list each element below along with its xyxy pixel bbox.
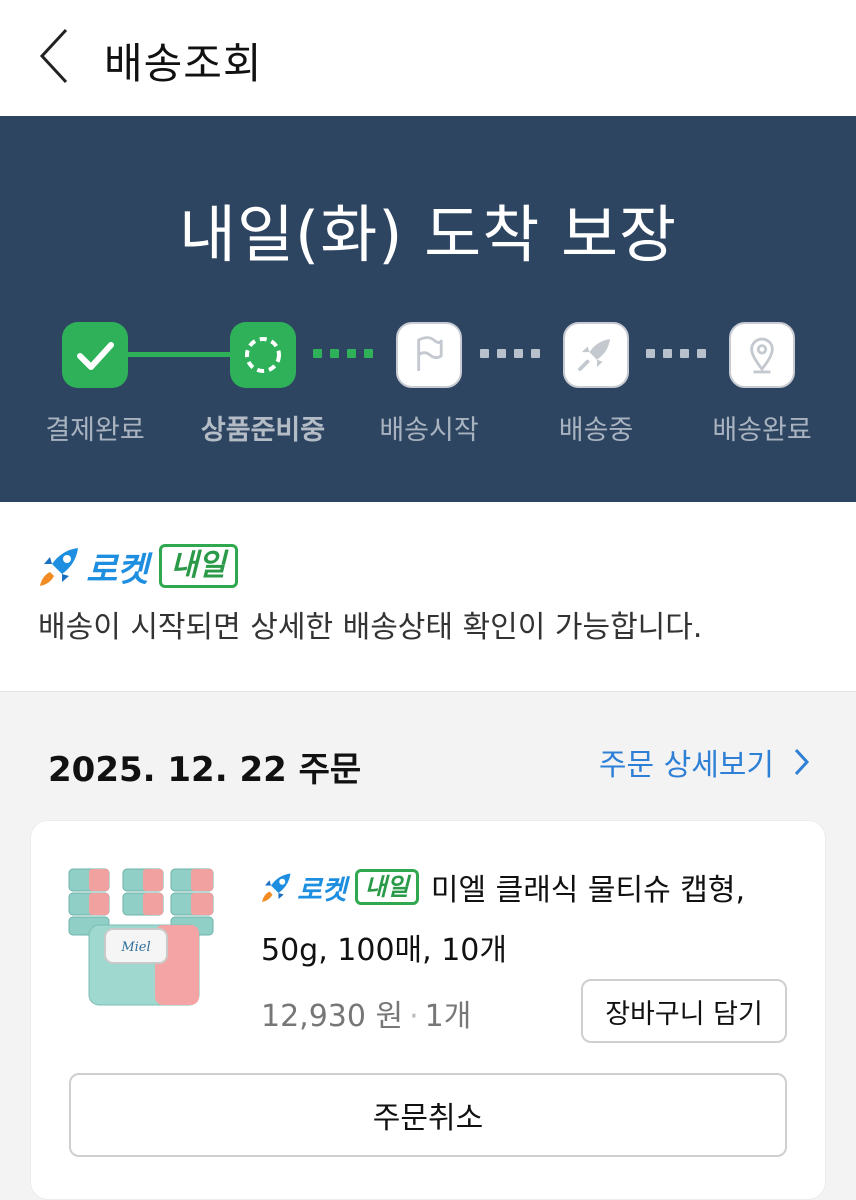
step-label: 배송중 xyxy=(558,415,634,446)
location-pin-icon xyxy=(750,337,774,374)
order-date: 2025. 12. 22 주문 xyxy=(48,750,362,790)
check-icon xyxy=(77,342,114,370)
tomorrow-badge: 내일 xyxy=(354,869,419,905)
thumb-brand: Miel xyxy=(120,940,150,955)
progress-connector xyxy=(128,352,230,357)
flag-icon xyxy=(417,336,443,371)
step-label-active: 상품준비중 xyxy=(200,415,326,446)
rocket-badge: 로켓 내일 xyxy=(36,540,238,592)
chevron-right-icon xyxy=(794,748,810,776)
step-in-transit xyxy=(563,322,629,388)
step-shipping-start xyxy=(396,322,462,388)
delivery-status-panel: 내일(화) 도착 보장 결제완료 상품준비중 배송시작 배송중 배송완료 xyxy=(0,116,856,502)
product-title-line[interactable]: 로켓 내일 미엘 클래식 물티슈 캡형, xyxy=(259,865,745,909)
order-detail-link[interactable]: 주문 상세보기 xyxy=(599,740,812,784)
rocket-logo-icon xyxy=(40,548,78,586)
back-button[interactable] xyxy=(28,24,88,88)
rocket-delivery-notice: 로켓 내일 배송이 시작되면 상세한 배송상태 확인이 가능합니다. xyxy=(0,502,856,692)
cancel-order-button[interactable]: 주문취소 xyxy=(69,1073,787,1157)
top-bar: 배송조회 xyxy=(0,0,856,116)
order-header: 2025. 12. 22 주문 주문 상세보기 xyxy=(0,730,856,800)
product-price: 12,930 원 xyxy=(261,999,404,1034)
step-label: 배송시작 xyxy=(379,415,479,446)
product-name: 미엘 클래식 물티슈 캡형, xyxy=(430,873,746,908)
progress-connector-dots xyxy=(646,349,706,359)
tomorrow-badge: 내일 xyxy=(158,544,238,588)
price-quantity: 12,930 원 · 1개 xyxy=(261,991,471,1035)
step-preparing xyxy=(230,322,296,388)
wet-wipes-image: Miel xyxy=(68,868,214,1006)
spinner-icon xyxy=(245,337,281,373)
separator-dot: · xyxy=(409,999,419,1034)
product-thumbnail[interactable]: Miel xyxy=(67,863,217,1013)
progress-connector-dots xyxy=(480,349,540,359)
page-title: 배송조회 xyxy=(104,39,263,88)
rocket-brand-text: 로켓 xyxy=(86,549,149,590)
progress-connector-dots xyxy=(313,349,373,359)
rocket-brand-text: 로켓 xyxy=(297,874,347,906)
step-label: 배송완료 xyxy=(712,415,812,446)
add-to-cart-button[interactable]: 장바구니 담기 xyxy=(581,979,787,1043)
step-label: 결제완료 xyxy=(45,415,145,446)
product-name-continued: 50g, 100매, 10개 xyxy=(261,933,507,968)
delivery-notice-text: 배송이 시작되면 상세한 배송상태 확인이 가능합니다. xyxy=(38,610,703,645)
product-quantity: 1개 xyxy=(424,999,472,1034)
order-detail-label: 주문 상세보기 xyxy=(598,748,774,783)
step-delivered xyxy=(729,322,795,388)
step-payment-complete xyxy=(62,322,128,388)
rocket-logo-icon xyxy=(262,873,291,902)
rocket-icon xyxy=(578,339,611,371)
order-item-card: Miel 로켓 내일 미엘 클래식 물티슈 캡형, 50g, 100매, 10개… xyxy=(30,820,826,1200)
arrival-guarantee-title: 내일(화) 도착 보장 xyxy=(178,198,678,271)
chevron-left-icon xyxy=(39,28,68,84)
